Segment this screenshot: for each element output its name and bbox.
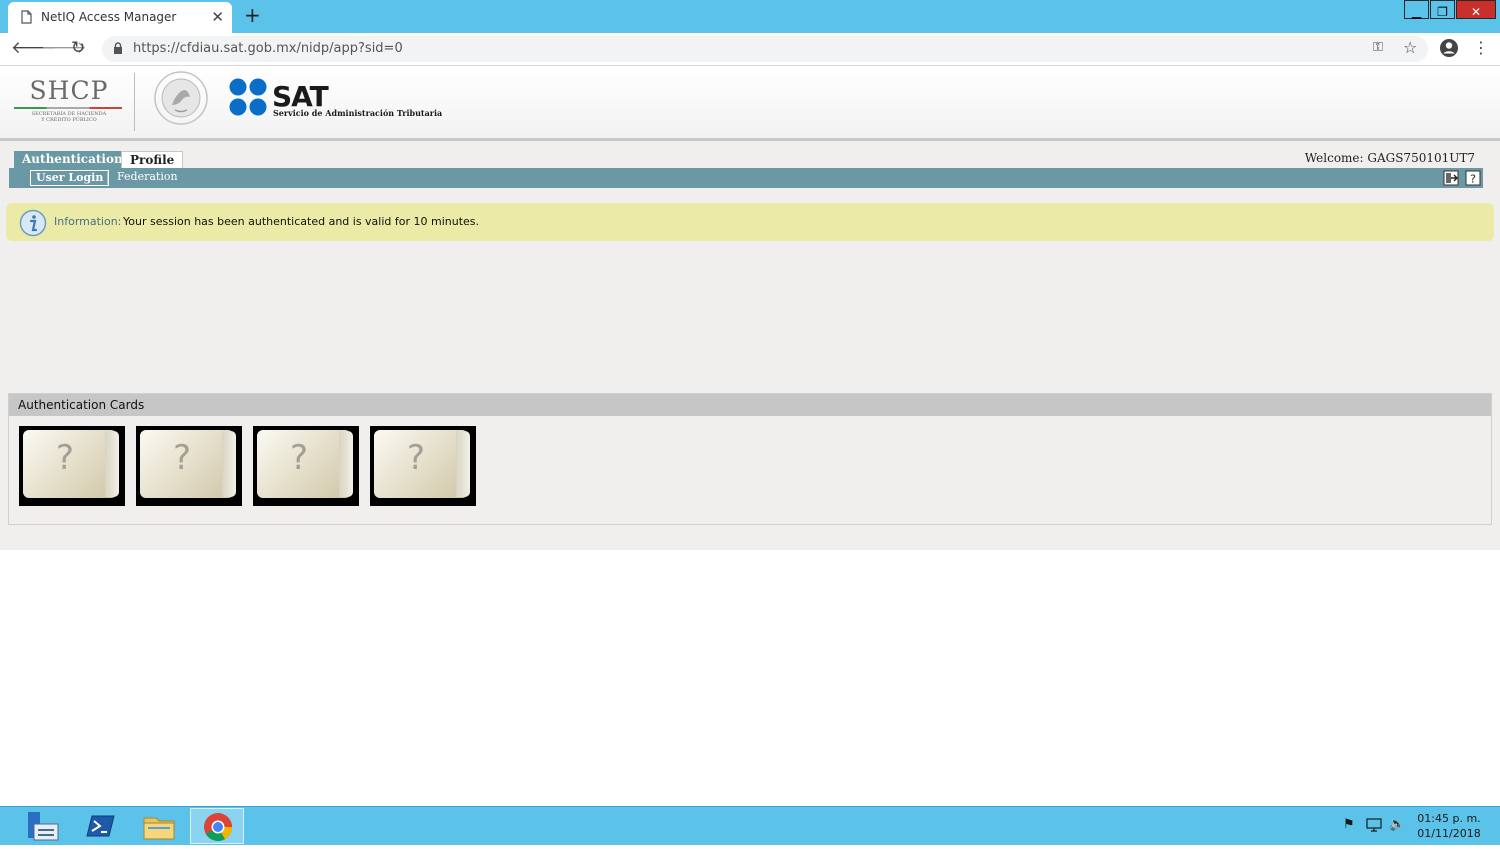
clock-time: 01:45 p. m. [1417,812,1481,825]
maximize-icon: ❐ [1437,5,1448,19]
card-edge [456,431,470,497]
svg-text:?: ? [1470,173,1476,186]
file-explorer-icon [143,817,175,840]
profile-icon[interactable] [1439,38,1459,58]
page-icon [21,10,32,24]
help-icon[interactable]: ? [1465,170,1481,186]
web-page: SHCP SECRETARÍA DE HACIENDA Y CRÉDITO PÚ… [0,66,1500,806]
server-manager-button[interactable] [14,808,68,844]
network-icon[interactable] [1366,817,1382,833]
sat-subtitle: Servicio de Administración Tributaria [273,108,443,118]
cards-header: Authentication Cards [9,394,1491,416]
card-edge [339,431,353,497]
menu-dots-icon[interactable]: ⋮ [1473,38,1489,57]
site-banner: SHCP SECRETARÍA DE HACIENDA Y CRÉDITO PÚ… [0,66,1500,141]
shcp-title: SHCP [29,76,109,105]
shcp-logo: SHCP SECRETARÍA DE HACIENDA Y CRÉDITO PÚ… [14,76,124,123]
card-edge [105,431,119,497]
browser-tab[interactable]: NetIQ Access Manager ✕ [8,2,232,33]
new-tab-button[interactable]: + [244,3,261,27]
chrome-icon [204,813,232,841]
server-manager-icon [28,812,59,841]
powershell-button[interactable] [74,808,128,844]
reload-icon[interactable]: ↻ [71,38,85,58]
sat-dots-icon [229,78,267,116]
info-label: Information: [54,215,122,228]
key-icon[interactable]: ⚿ [1373,40,1383,55]
browser-titlebar: NetIQ Access Manager ✕ + ▁ ❐ ✕ [0,0,1500,33]
close-window-button[interactable]: ✕ [1456,0,1496,19]
file-explorer-button[interactable] [132,808,186,844]
subnav-user-login[interactable]: User Login [30,170,110,186]
bookmark-star-icon[interactable]: ☆ [1403,38,1417,57]
action-center-flag-icon[interactable]: ⚑ [1343,817,1355,832]
volume-icon[interactable]: 🔈 [1389,817,1405,832]
card-question-icon: ? [290,438,309,478]
tab-close-icon[interactable]: ✕ [211,8,224,26]
auth-card[interactable]: ? [19,426,125,506]
windows-taskbar: ⚑ 🔈 01:45 p. m. 01/11/2018 [0,806,1500,845]
auth-card[interactable]: ? [253,426,359,506]
url-text[interactable]: https://cfdiau.sat.gob.mx/nidp/app?sid=0 [133,41,403,56]
info-message-bar: Information: Your session has been authe… [6,203,1494,241]
card-edge [222,431,236,497]
minimize-button[interactable]: ▁ [1404,0,1429,19]
tab-title: NetIQ Access Manager [41,10,177,24]
tab-profile[interactable]: Profile [121,151,184,168]
shcp-divider [14,107,122,109]
auth-card[interactable]: ? [370,426,476,506]
subnav-separator: | [106,170,111,184]
card-question-icon: ? [173,438,192,478]
logout-icon[interactable] [1443,170,1459,186]
clock-date: 01/11/2018 [1417,827,1481,840]
sub-navigation: User Login | Federation ? [9,168,1483,188]
authentication-cards-panel: Authentication Cards ? ? ? ? [8,393,1492,525]
chrome-button[interactable] [190,808,244,844]
lock-icon [114,42,122,54]
shcp-subtitle-2: Y CRÉDITO PÚBLICO [41,117,97,123]
card-question-icon: ? [56,438,75,478]
minimize-icon: ▁ [1411,5,1422,19]
page-content: Authentication Profile Welcome: GAGS7501… [0,141,1500,550]
banner-divider [134,73,135,131]
system-clock[interactable]: 01:45 p. m. 01/11/2018 [1413,811,1485,841]
mexico-seal-icon [154,71,208,125]
welcome-text: Welcome: GAGS750101UT7 [1304,151,1475,165]
info-icon [19,209,47,237]
address-bar[interactable]: https://cfdiau.sat.gob.mx/nidp/app?sid=0… [102,36,1428,62]
powershell-icon [86,815,115,837]
tab-authentication[interactable]: Authentication [14,151,131,168]
browser-toolbar: 🡐 🡒 ↻ https://cfdiau.sat.gob.mx/nidp/app… [0,33,1500,66]
card-question-icon: ? [407,438,426,478]
info-message: Your session has been authenticated and … [123,215,480,228]
auth-card[interactable]: ? [136,426,242,506]
subnav-federation[interactable]: Federation [117,170,178,184]
maximize-button[interactable]: ❐ [1430,0,1455,19]
close-icon: ✕ [1470,5,1482,19]
